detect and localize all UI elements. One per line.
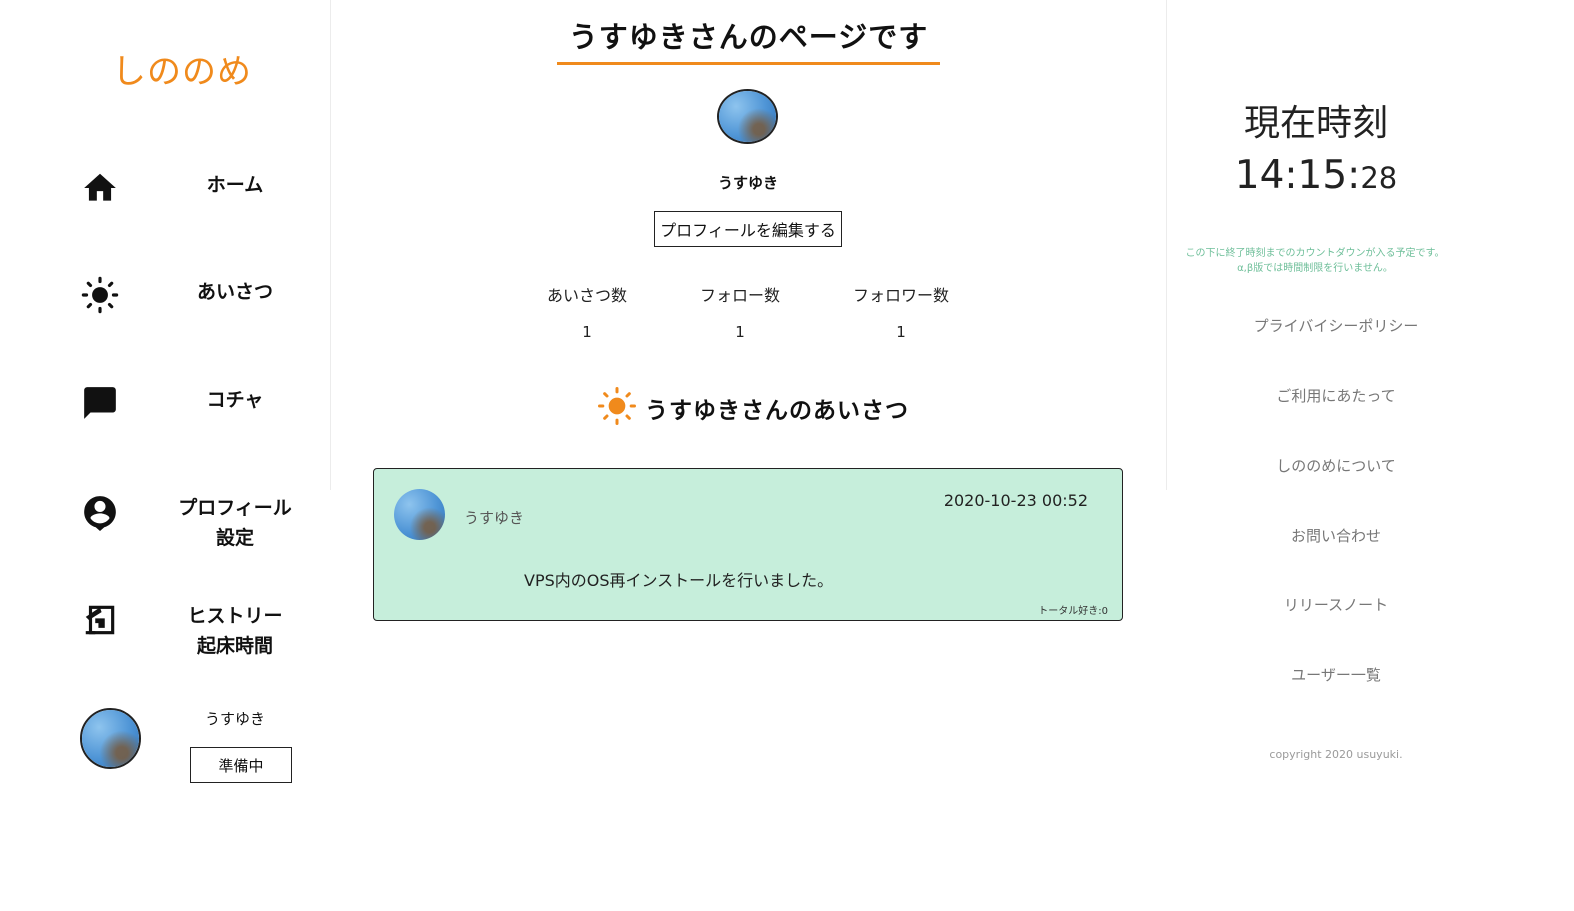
right-divider bbox=[1166, 0, 1167, 490]
sidebar-item-chat[interactable]: コチャ bbox=[0, 365, 330, 445]
countdown-notice: この下に終了時刻までのカウントダウンが入る予定です。 α,β版では時間制限を行い… bbox=[1170, 246, 1460, 276]
stat-value: 1 bbox=[582, 323, 592, 341]
avatar[interactable] bbox=[394, 489, 445, 540]
stat-label: あいさつ数 bbox=[546, 286, 627, 305]
sidebar-item-label: あいさつ bbox=[196, 281, 273, 303]
sidebar-item-label: 設定 bbox=[215, 527, 254, 549]
edit-profile-button[interactable]: プロフィールを編集する bbox=[654, 211, 842, 247]
page-title: うすゆきさんのページです bbox=[557, 14, 940, 65]
profile-avatar bbox=[717, 89, 778, 144]
sidebar-item-history[interactable]: ヒストリー 起床時間 bbox=[0, 586, 330, 676]
user-list-link[interactable]: ユーザー一覧 bbox=[1236, 664, 1436, 685]
sidebar-item-label: ヒストリー bbox=[187, 605, 283, 627]
sidebar: しののめ ホーム あいさつ コチャ プロフィール 設定 ヒストリー 起床時間 う… bbox=[0, 0, 331, 911]
stat-label: フォロー数 bbox=[699, 286, 780, 305]
account-icon bbox=[80, 492, 120, 532]
preparing-button[interactable]: 準備中 bbox=[190, 747, 292, 783]
stat-followers[interactable]: フォロワー数 1 bbox=[831, 282, 971, 341]
sidebar-item-label: プロフィール bbox=[178, 497, 292, 519]
home-icon bbox=[80, 168, 120, 208]
stat-following[interactable]: フォロー数 1 bbox=[670, 282, 810, 341]
clock-time: 14:15:28 bbox=[1216, 153, 1416, 198]
history-icon bbox=[80, 600, 120, 640]
notice-line: この下に終了時刻までのカウントダウンが入る予定です。 bbox=[1185, 248, 1445, 259]
terms-of-use-link[interactable]: ご利用にあたって bbox=[1236, 385, 1436, 406]
release-notes-link[interactable]: リリースノート bbox=[1236, 594, 1436, 615]
sidebar-user-name: うすゆき bbox=[204, 710, 265, 728]
sidebar-item-label: コチャ bbox=[206, 389, 264, 411]
about-link[interactable]: しののめについて bbox=[1236, 455, 1436, 476]
privacy-policy-link[interactable]: プライバイシーポリシー bbox=[1236, 315, 1436, 336]
chat-icon bbox=[80, 383, 120, 423]
greeting-post[interactable]: うすゆき 2020-10-23 00:52 VPS内のOS再インストールを行いま… bbox=[373, 468, 1123, 621]
notice-line: α,β版では時間制限を行いません。 bbox=[1237, 263, 1393, 274]
stat-label: フォロワー数 bbox=[852, 286, 949, 305]
stat-value: 1 bbox=[896, 323, 906, 341]
post-user-name[interactable]: うすゆき bbox=[464, 507, 524, 528]
post-like-count: トータル好き:0 bbox=[1038, 606, 1108, 617]
sun-icon bbox=[597, 386, 637, 430]
post-body: VPS内のOS再インストールを行いました。 bbox=[524, 571, 834, 590]
section-heading-text: うすゆきさんのあいさつ bbox=[645, 398, 909, 424]
sidebar-item-home[interactable]: ホーム bbox=[0, 150, 330, 230]
site-logo[interactable]: しののめ bbox=[112, 44, 252, 93]
contact-link[interactable]: お問い合わせ bbox=[1236, 525, 1436, 546]
sidebar-item-greeting[interactable]: あいさつ bbox=[0, 257, 330, 337]
profile-name: うすゆき bbox=[717, 174, 778, 192]
clock-seconds: 28 bbox=[1360, 161, 1398, 195]
greetings-section-heading: うすゆきさんのあいさつ bbox=[597, 386, 909, 430]
clock-hours-minutes: 14:15: bbox=[1234, 153, 1361, 198]
clock-title: 現在時刻 bbox=[1243, 103, 1388, 144]
sidebar-user: うすゆき 準備中 bbox=[0, 700, 330, 790]
sidebar-item-label: 起床時間 bbox=[196, 635, 273, 657]
avatar[interactable] bbox=[80, 708, 141, 769]
stat-greetings[interactable]: あいさつ数 1 bbox=[517, 282, 657, 341]
sun-icon bbox=[80, 275, 120, 315]
sidebar-divider bbox=[330, 0, 331, 490]
copyright: copyright 2020 usuyuki. bbox=[1269, 748, 1403, 761]
sidebar-item-profile-settings[interactable]: プロフィール 設定 bbox=[0, 478, 330, 568]
sidebar-item-label: ホーム bbox=[206, 174, 264, 196]
stat-value: 1 bbox=[735, 323, 745, 341]
post-timestamp: 2020-10-23 00:52 bbox=[943, 491, 1088, 510]
